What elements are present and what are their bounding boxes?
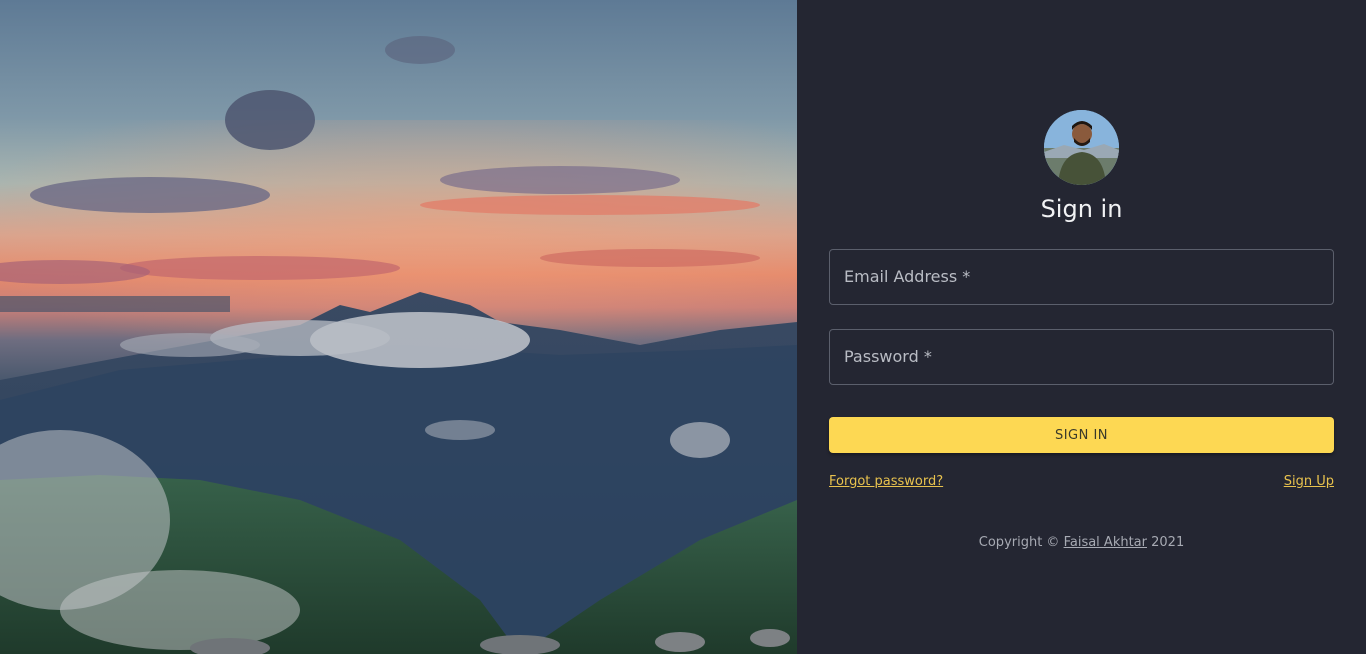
author-link[interactable]: Faisal Akhtar xyxy=(1064,535,1147,550)
user-avatar-icon xyxy=(1044,110,1119,185)
page-title: Sign in xyxy=(1040,195,1123,223)
hero-landscape-image xyxy=(0,0,797,654)
email-field[interactable]: Email Address * xyxy=(829,249,1334,305)
landscape-illustration xyxy=(0,36,797,654)
sign-in-panel: Sign in Email Address * Password * SIGN … xyxy=(797,0,1366,654)
email-input[interactable] xyxy=(830,250,1333,304)
forgot-password-link[interactable]: Forgot password? xyxy=(829,474,943,489)
copyright-text: Copyright © Faisal Akhtar 2021 xyxy=(797,535,1366,550)
copyright-prefix: Copyright © xyxy=(978,535,1064,550)
sign-in-button[interactable]: SIGN IN xyxy=(829,417,1334,453)
password-input[interactable] xyxy=(830,330,1333,384)
password-field[interactable]: Password * xyxy=(829,329,1334,385)
sign-up-link[interactable]: Sign Up xyxy=(1284,474,1334,489)
copyright-year: 2021 xyxy=(1147,535,1185,550)
avatar-image xyxy=(1044,110,1119,185)
